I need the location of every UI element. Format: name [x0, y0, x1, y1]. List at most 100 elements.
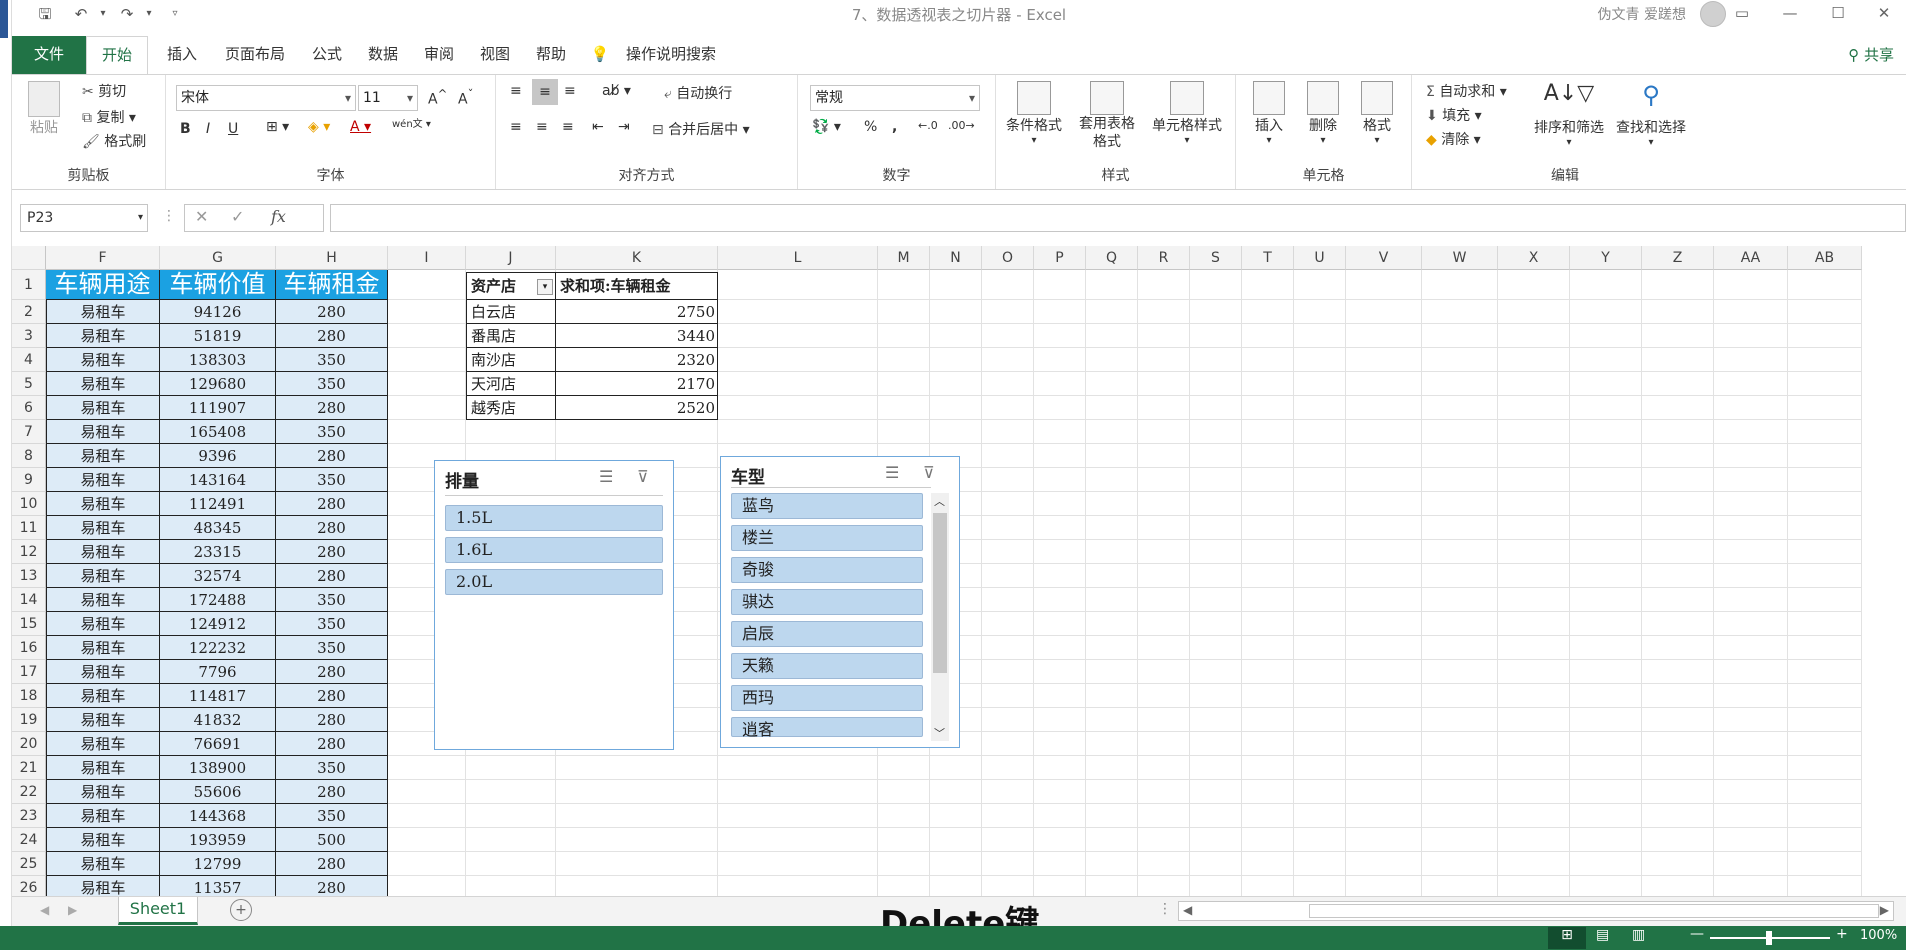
- cell[interactable]: [982, 876, 1034, 896]
- cell[interactable]: [1346, 588, 1422, 612]
- cell[interactable]: [1642, 612, 1714, 636]
- cell[interactable]: [982, 852, 1034, 876]
- cell[interactable]: [1714, 270, 1788, 300]
- cell[interactable]: [1498, 876, 1570, 896]
- cell[interactable]: [1642, 588, 1714, 612]
- cell[interactable]: [718, 756, 878, 780]
- cell[interactable]: [1714, 732, 1788, 756]
- cell[interactable]: [388, 300, 466, 324]
- autosum-button[interactable]: Σ 自动求和 ▾: [1426, 81, 1507, 101]
- row-header[interactable]: 3: [12, 324, 46, 348]
- cell[interactable]: [1642, 804, 1714, 828]
- delete-cells-button[interactable]: 删除 ▾: [1298, 81, 1348, 146]
- cell[interactable]: [1642, 270, 1714, 300]
- column-header[interactable]: X: [1498, 246, 1570, 270]
- table-cell[interactable]: 易租车: [46, 324, 160, 348]
- cell[interactable]: [1190, 420, 1242, 444]
- cell[interactable]: [1570, 660, 1642, 684]
- cell[interactable]: [1498, 780, 1570, 804]
- cancel-icon[interactable]: ✕: [195, 207, 208, 226]
- cell[interactable]: [1714, 708, 1788, 732]
- pivot-cell[interactable]: 番禺店: [466, 324, 556, 348]
- cell[interactable]: [1242, 684, 1294, 708]
- table-cell[interactable]: 280: [276, 708, 388, 732]
- cell[interactable]: [1422, 516, 1498, 540]
- cell[interactable]: [1086, 396, 1138, 420]
- cell[interactable]: [1190, 660, 1242, 684]
- pivot-header-cell[interactable]: 资产店 ▾: [466, 272, 556, 300]
- cell[interactable]: [1086, 324, 1138, 348]
- cell[interactable]: [1138, 468, 1190, 492]
- table-cell[interactable]: 易租车: [46, 564, 160, 588]
- user-name[interactable]: 伪文青 爱蹉想: [1598, 4, 1686, 24]
- table-cell[interactable]: 易租车: [46, 516, 160, 540]
- cell[interactable]: [556, 756, 718, 780]
- cell[interactable]: [1138, 780, 1190, 804]
- cell[interactable]: [1422, 684, 1498, 708]
- cell[interactable]: [1642, 324, 1714, 348]
- cell[interactable]: [1422, 270, 1498, 300]
- cell[interactable]: [556, 804, 718, 828]
- zoom-slider-handle[interactable]: [1766, 931, 1772, 945]
- table-cell[interactable]: 138303: [160, 348, 276, 372]
- cell[interactable]: [1138, 444, 1190, 468]
- cell[interactable]: [1138, 852, 1190, 876]
- cell[interactable]: [1570, 300, 1642, 324]
- column-header[interactable]: J: [466, 246, 556, 270]
- column-header[interactable]: O: [982, 246, 1034, 270]
- cell[interactable]: [1788, 732, 1862, 756]
- pivot-cell[interactable]: 2520: [556, 396, 718, 420]
- cell[interactable]: [718, 270, 878, 300]
- phonetic-icon[interactable]: wén文 ▾: [392, 115, 431, 130]
- cell[interactable]: [1642, 708, 1714, 732]
- cell[interactable]: [1086, 348, 1138, 372]
- cell[interactable]: [556, 876, 718, 896]
- cell[interactable]: [1788, 612, 1862, 636]
- table-cell[interactable]: 易租车: [46, 468, 160, 492]
- tab-review[interactable]: 审阅: [414, 36, 464, 74]
- cell[interactable]: [1714, 588, 1788, 612]
- cell[interactable]: [466, 852, 556, 876]
- column-header[interactable]: G: [160, 246, 276, 270]
- cell[interactable]: [1498, 564, 1570, 588]
- cell[interactable]: [1086, 612, 1138, 636]
- cell[interactable]: [1788, 756, 1862, 780]
- cell[interactable]: [1190, 270, 1242, 300]
- table-cell[interactable]: 350: [276, 468, 388, 492]
- cell[interactable]: [1086, 420, 1138, 444]
- cell[interactable]: [1498, 444, 1570, 468]
- cell[interactable]: [1570, 468, 1642, 492]
- tab-page-layout[interactable]: 页面布局: [212, 36, 298, 74]
- cell[interactable]: [1422, 564, 1498, 588]
- cell[interactable]: [1346, 612, 1422, 636]
- cell[interactable]: [1642, 660, 1714, 684]
- cell[interactable]: [878, 804, 930, 828]
- cell[interactable]: [1788, 372, 1862, 396]
- cell[interactable]: [1086, 588, 1138, 612]
- cell[interactable]: [982, 492, 1034, 516]
- row-header[interactable]: 22: [12, 780, 46, 804]
- cell[interactable]: [1138, 492, 1190, 516]
- row-header[interactable]: 7: [12, 420, 46, 444]
- cell[interactable]: [1138, 756, 1190, 780]
- column-header[interactable]: R: [1138, 246, 1190, 270]
- cell[interactable]: [1086, 780, 1138, 804]
- column-header[interactable]: Y: [1570, 246, 1642, 270]
- cell[interactable]: [1788, 444, 1862, 468]
- cell[interactable]: [1570, 420, 1642, 444]
- chevron-up-icon[interactable]: ︿: [934, 493, 945, 509]
- slicer-item[interactable]: 启辰: [731, 621, 923, 647]
- cell[interactable]: [1138, 348, 1190, 372]
- slicer-displacement[interactable]: 排量 ☰ ⊽ 1.5L 1.6L 2.0L: [434, 460, 674, 750]
- cell[interactable]: [1498, 732, 1570, 756]
- table-cell[interactable]: 易租车: [46, 540, 160, 564]
- cell[interactable]: [878, 300, 930, 324]
- cell[interactable]: [466, 420, 556, 444]
- cell[interactable]: [1190, 636, 1242, 660]
- cell[interactable]: [1422, 348, 1498, 372]
- cell[interactable]: [930, 828, 982, 852]
- row-header[interactable]: 9: [12, 468, 46, 492]
- cell[interactable]: [1788, 468, 1862, 492]
- cell[interactable]: [1346, 876, 1422, 896]
- cell[interactable]: [1570, 540, 1642, 564]
